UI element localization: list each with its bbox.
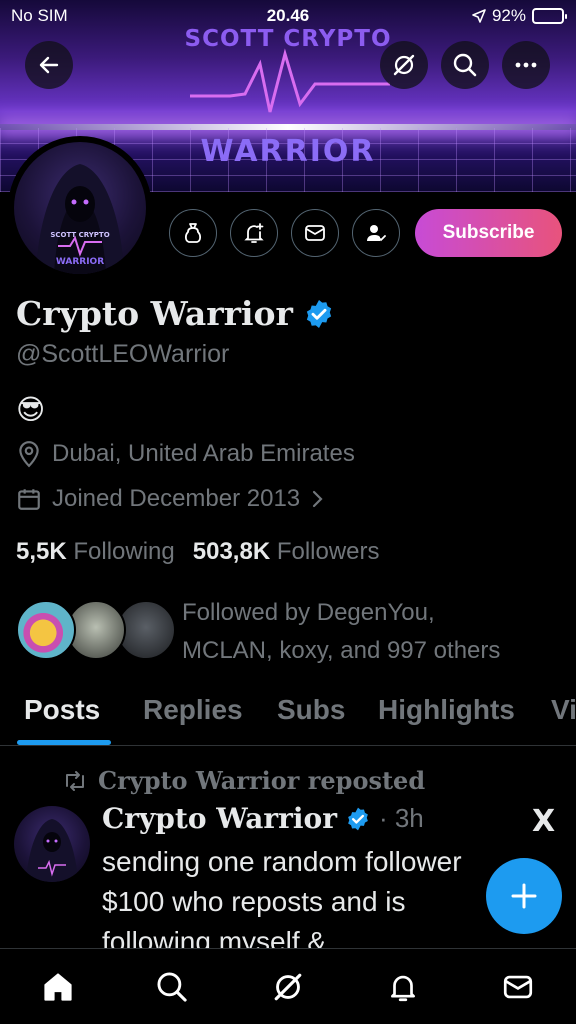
hooded-figure-small-graphic: [26, 819, 78, 882]
bell-add-icon: [244, 223, 264, 243]
profile-avatar[interactable]: SCOTT CRYPTO WARRIOR: [8, 136, 152, 280]
envelope-icon: [305, 225, 325, 241]
joined-row[interactable]: Joined December 2013: [16, 485, 326, 513]
pulse-line-graphic: [190, 48, 390, 113]
bottom-navigation: [0, 948, 576, 1024]
location-pin-icon: [19, 441, 39, 468]
search-icon: [453, 53, 477, 77]
tab-posts[interactable]: Posts: [24, 694, 100, 726]
followed-by-text: Followed by DegenYou, MCLAN, koxy, and 9…: [182, 599, 501, 664]
tip-button[interactable]: [169, 209, 217, 257]
location-arrow-icon: [472, 9, 486, 23]
profile-bio: 😎: [16, 394, 46, 425]
grok-icon: [393, 54, 415, 76]
subscribe-button[interactable]: Subscribe: [415, 209, 562, 257]
person-check-icon: [367, 225, 386, 242]
nav-notifications[interactable]: [385, 969, 421, 1005]
home-icon: [44, 973, 72, 1001]
nav-home[interactable]: [40, 969, 76, 1005]
status-bar: No SIM 20.46 92%: [0, 0, 576, 34]
status-right: 92%: [472, 6, 567, 26]
battery-percent: 92%: [491, 6, 526, 25]
search-nav-icon: [157, 972, 187, 1002]
compose-post-button[interactable]: [486, 858, 562, 934]
grok-button[interactable]: [380, 41, 428, 89]
nav-search[interactable]: [154, 969, 190, 1005]
more-options-button[interactable]: [502, 41, 550, 89]
joined-text: Joined December 2013: [52, 485, 301, 512]
repost-label: Crypto Warrior reposted: [98, 766, 426, 795]
repost-indicator: Crypto Warrior reposted: [62, 766, 425, 795]
profile-tabs: Posts Replies Subs Highlights Vi: [0, 688, 576, 746]
verified-badge-icon[interactable]: [303, 298, 335, 330]
post-header: Crypto Warrior · 3h: [102, 802, 424, 835]
display-name: Crypto Warrior: [16, 294, 293, 333]
svg-text:WARRIOR: WARRIOR: [56, 257, 104, 267]
more-horizontal-icon: [515, 62, 537, 68]
notifications-toggle-button[interactable]: [230, 209, 278, 257]
repost-icon: [66, 770, 84, 791]
verified-badge-small-icon: [348, 807, 368, 830]
follow-status-button[interactable]: [352, 209, 400, 257]
battery-icon: [532, 8, 567, 24]
post-author-avatar[interactable]: [14, 806, 90, 882]
bell-icon: [391, 975, 415, 1002]
followed-by-row[interactable]: Followed by DegenYou, MCLAN, koxy, and 9…: [16, 594, 566, 666]
location-text: Dubai, United Arab Emirates: [52, 440, 355, 467]
tab-subs[interactable]: Subs: [277, 694, 345, 726]
profile-name-row: Crypto Warrior: [16, 294, 335, 333]
back-button[interactable]: [25, 41, 73, 89]
post-time: · 3h: [378, 803, 424, 833]
avatar-image: SCOTT CRYPTO WARRIOR: [14, 142, 146, 274]
post-text[interactable]: sending one random follower $100 who rep…: [102, 842, 502, 962]
nav-messages[interactable]: [500, 969, 536, 1005]
plus-icon: [511, 883, 537, 909]
active-tab-indicator: [17, 740, 111, 745]
grok-nav-icon: [274, 973, 302, 1001]
envelope-nav-icon: [503, 975, 533, 999]
tab-replies[interactable]: Replies: [143, 694, 243, 726]
calendar-icon: [18, 489, 40, 510]
x-logo-icon: X: [532, 804, 556, 839]
message-button[interactable]: [291, 209, 339, 257]
arrow-left-icon: [39, 56, 59, 74]
follower-avatar-1: [16, 600, 76, 660]
profile-handle: @ScottLEOWarrior: [16, 340, 230, 368]
location-row: Dubai, United Arab Emirates: [16, 440, 355, 468]
tab-highlights[interactable]: Highlights: [378, 694, 515, 726]
chevron-right-icon: [313, 490, 323, 508]
search-button[interactable]: [441, 41, 489, 89]
money-bag-icon: [184, 223, 202, 243]
nav-grok[interactable]: [270, 969, 306, 1005]
post-author-name[interactable]: Crypto Warrior: [102, 802, 337, 835]
tab-videos[interactable]: Vi: [551, 694, 576, 726]
svg-text:SCOTT CRYPTO: SCOTT CRYPTO: [50, 231, 109, 239]
hooded-figure-graphic: SCOTT CRYPTO WARRIOR: [36, 164, 124, 274]
followers-stat[interactable]: 503,8K Followers: [193, 538, 380, 566]
follow-stats: 5,5K Following 503,8K Followers: [16, 538, 380, 566]
following-stat[interactable]: 5,5K Following: [16, 538, 175, 566]
